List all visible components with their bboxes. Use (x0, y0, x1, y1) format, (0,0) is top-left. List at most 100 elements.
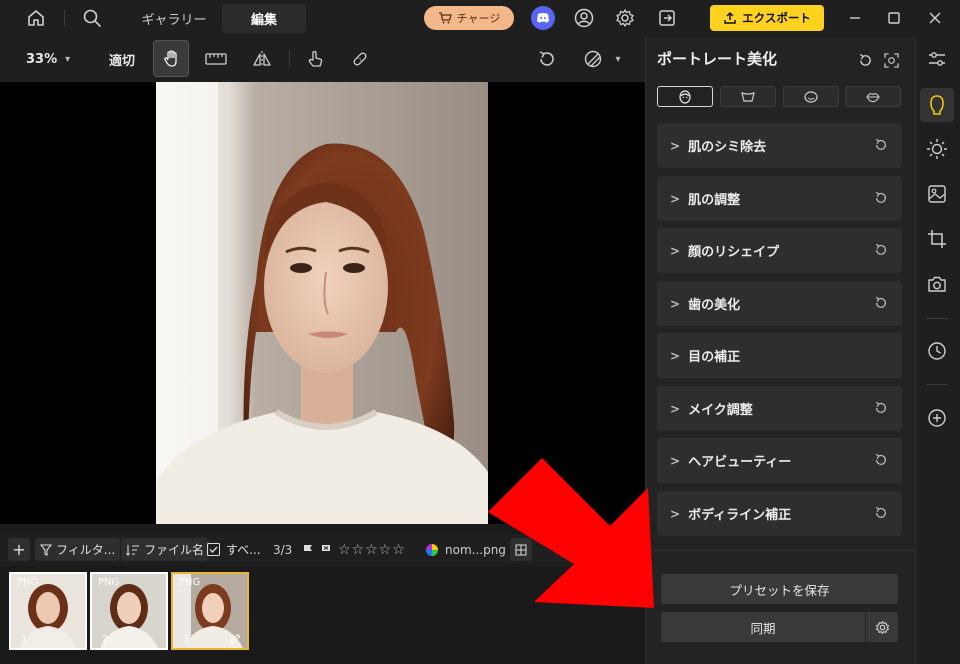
section-body-line[interactable]: > ボディライン補正 (657, 491, 902, 536)
search-icon[interactable] (80, 6, 104, 30)
ruler-icon[interactable] (204, 48, 228, 70)
tab-gallery[interactable]: ギャラリー (130, 4, 218, 33)
camera-icon[interactable] (920, 267, 954, 301)
section-label: 顔のリシェイプ (688, 245, 780, 260)
file-type-badge: PNG (98, 577, 120, 588)
save-preset-button[interactable]: プリセットを保存 (661, 574, 898, 604)
add-plugin-icon[interactable] (920, 401, 954, 435)
light-sun-icon[interactable] (920, 132, 954, 166)
section-label: ボディライン補正 (688, 508, 792, 523)
reset-icon[interactable] (874, 401, 888, 415)
face-icon (679, 89, 691, 104)
touch-icon[interactable] (303, 48, 327, 70)
gear-icon (875, 620, 889, 634)
image-effects-icon[interactable] (920, 177, 954, 211)
chevron-down-icon[interactable]: ▾ (610, 48, 626, 70)
section-label: 肌のシミ除去 (688, 140, 767, 155)
reset-icon[interactable] (874, 453, 888, 467)
section-face-reshape[interactable]: > 顔のリシェイプ (657, 228, 902, 273)
thumbnail-number: 2 (102, 634, 109, 645)
section-label: 歯の美化 (688, 298, 741, 313)
upload-icon (724, 11, 736, 24)
adjust-sliders-icon[interactable] (920, 42, 954, 76)
portrait-photo[interactable] (156, 82, 488, 524)
sync-settings-button[interactable] (866, 612, 898, 642)
chevron-right-icon: > (670, 348, 681, 363)
zoom-value: 33% (26, 52, 58, 67)
rail-divider (926, 318, 948, 319)
annotation-arrow (470, 440, 670, 620)
color-wheel-icon (426, 543, 438, 556)
account-icon[interactable] (572, 6, 596, 30)
chevron-right-icon: > (670, 401, 681, 416)
reject-flag-icon[interactable] (320, 544, 332, 556)
section-hair-beauty[interactable]: > ヘアビューティー (657, 438, 902, 483)
thumbnail-3[interactable]: PNG 3 (171, 572, 249, 650)
section-makeup[interactable]: > メイク調整 (657, 386, 902, 431)
bandage-icon[interactable] (348, 48, 372, 70)
section-label: 肌の調整 (688, 193, 741, 208)
compare-icon[interactable] (581, 48, 605, 70)
section-label: 目の補正 (688, 350, 741, 365)
chevron-right-icon: > (670, 506, 681, 521)
panel-reset-icon[interactable] (855, 50, 875, 70)
fit-button[interactable]: 適切 (109, 37, 135, 82)
import-icon[interactable] (655, 6, 679, 30)
tab-edit[interactable]: 編集 (222, 4, 306, 33)
reset-icon[interactable] (874, 506, 888, 520)
flip-icon[interactable] (250, 48, 274, 70)
export-button[interactable]: エクスポート (710, 5, 824, 31)
flag-icon[interactable] (302, 544, 314, 556)
zoom-select[interactable]: 33% ▾ (26, 37, 70, 82)
rotate-icon[interactable] (535, 48, 559, 70)
thumbnail-2[interactable]: PNG 2 (90, 572, 168, 650)
add-icon[interactable]: + (8, 538, 30, 561)
face-detect-icon[interactable] (881, 50, 901, 70)
subtab-body[interactable] (720, 86, 776, 107)
chevron-right-icon: > (670, 138, 681, 153)
crop-icon[interactable] (920, 222, 954, 256)
image-count: 3/3 (273, 542, 293, 557)
portrait-face-icon[interactable] (920, 88, 954, 122)
section-eye-correction[interactable]: > 目の補正 (657, 333, 902, 378)
home-icon[interactable] (24, 6, 48, 30)
subtab-expression[interactable] (783, 86, 839, 107)
hand-icon (161, 48, 183, 70)
subtab-makeup[interactable] (845, 86, 901, 107)
minimize-icon[interactable] (843, 6, 867, 30)
file-type-badge: PNG (17, 577, 39, 588)
reset-icon[interactable] (874, 138, 888, 152)
close-icon[interactable] (923, 6, 947, 30)
cart-icon (438, 12, 452, 24)
charge-button[interactable]: チャージ (424, 6, 514, 30)
reset-icon[interactable] (874, 243, 888, 257)
panel-title: ポートレート美化 (657, 50, 778, 68)
reset-icon[interactable] (874, 296, 888, 310)
sync-button[interactable]: 同期 (661, 612, 865, 642)
section-blemish-removal[interactable]: > 肌のシミ除去 (657, 123, 902, 168)
settings-gear-icon[interactable] (613, 6, 637, 30)
section-label: ヘアビューティー (688, 455, 792, 470)
title-bar: ギャラリー 編集 チャージ エクスポート (0, 0, 960, 37)
export-label: エクスポート (742, 11, 811, 25)
select-all-checkbox[interactable]: すべ... (207, 538, 261, 561)
rating-stars[interactable]: ☆☆☆☆☆ (338, 538, 406, 561)
thumbnail-1[interactable]: PNG 1 (9, 572, 87, 650)
rail-divider (926, 384, 948, 385)
chevron-down-icon: ▾ (65, 54, 71, 65)
sort-icon (126, 544, 139, 556)
section-teeth[interactable]: > 歯の美化 (657, 281, 902, 326)
chevron-right-icon: > (670, 453, 681, 468)
chevron-right-icon: > (670, 243, 681, 258)
subtab-face[interactable] (657, 86, 713, 107)
hand-tool-button[interactable] (153, 40, 189, 77)
chevron-right-icon: > (670, 296, 681, 311)
sort-by-filename-button[interactable]: ファイル名 (121, 538, 210, 561)
reset-icon[interactable] (874, 191, 888, 205)
filter-button[interactable]: フィルタ... (35, 538, 121, 561)
file-type-badge: PNG (179, 577, 201, 588)
maximize-icon[interactable] (882, 6, 906, 30)
discord-icon[interactable] (531, 6, 555, 30)
section-skin-adjust[interactable]: > 肌の調整 (657, 176, 902, 221)
history-clock-icon[interactable] (920, 334, 954, 368)
